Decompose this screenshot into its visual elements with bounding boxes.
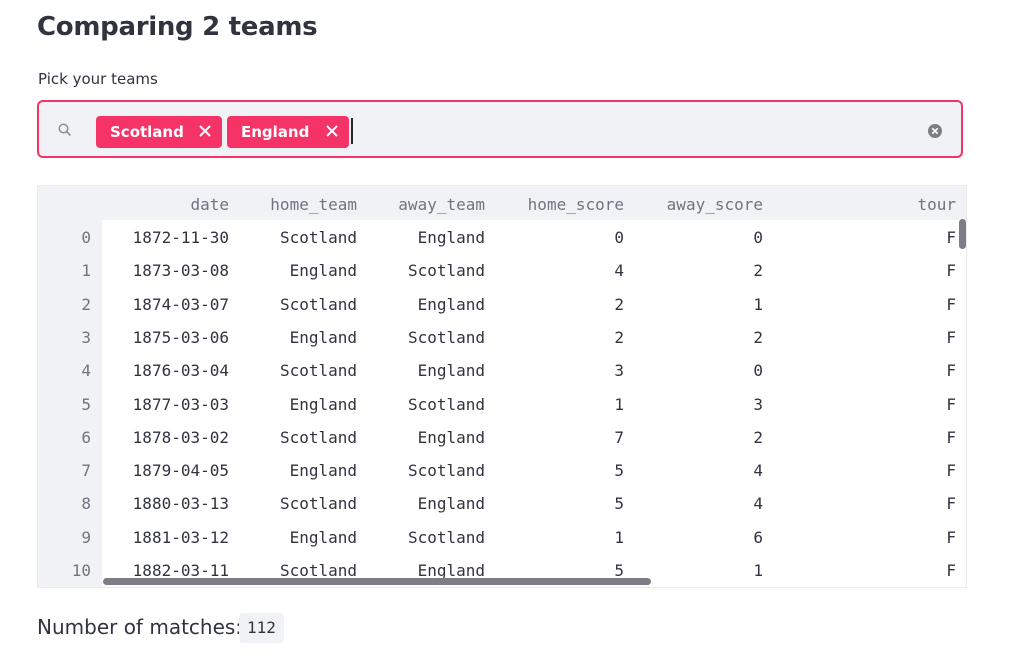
table-cell-away-team[interactable]: England: [418, 221, 485, 254]
table-cell-home-score[interactable]: 5: [614, 487, 624, 520]
team-multiselect[interactable]: Scotland England: [37, 100, 963, 158]
row-index[interactable]: 3: [81, 321, 91, 354]
table-cell-away-score[interactable]: 2: [753, 321, 763, 354]
table-cell-away-score[interactable]: 2: [753, 421, 763, 454]
table-cell-home-team[interactable]: Scotland: [280, 288, 357, 321]
search-icon: [58, 123, 71, 136]
row-index[interactable]: 1: [81, 254, 91, 287]
table-cell-home-team[interactable]: Scotland: [280, 487, 357, 520]
team-chip-england: England: [227, 116, 349, 148]
table-cell-date[interactable]: 1878-03-02: [133, 421, 229, 454]
table-cell-home-team[interactable]: Scotland: [280, 221, 357, 254]
header-home-score[interactable]: home_score: [528, 188, 624, 221]
row-index[interactable]: 7: [81, 454, 91, 487]
table-cell-away-team[interactable]: Scotland: [408, 521, 485, 554]
table-cell-tournament[interactable]: F: [946, 321, 956, 354]
table-cell-date[interactable]: 1874-03-07: [133, 288, 229, 321]
table-cell-tournament[interactable]: F: [946, 354, 956, 387]
row-index[interactable]: 0: [81, 221, 91, 254]
match-count-value: 112: [239, 613, 284, 643]
table-cell-away-score[interactable]: 2: [753, 254, 763, 287]
row-index[interactable]: 10: [72, 554, 91, 587]
table-cell-tournament[interactable]: F: [946, 521, 956, 554]
header-tournament[interactable]: tour: [917, 188, 956, 221]
clear-all-icon[interactable]: [927, 123, 943, 139]
table-cell-away-score[interactable]: 1: [753, 288, 763, 321]
table-header: [38, 186, 966, 220]
table-cell-home-team[interactable]: Scotland: [280, 421, 357, 454]
row-index[interactable]: 6: [81, 421, 91, 454]
close-icon[interactable]: [198, 124, 212, 138]
index-column: [38, 186, 102, 587]
horizontal-scrollbar[interactable]: [103, 578, 651, 585]
header-home-team[interactable]: home_team: [270, 188, 357, 221]
table-cell-date[interactable]: 1876-03-04: [133, 354, 229, 387]
table-cell-away-team[interactable]: Scotland: [408, 321, 485, 354]
table-cell-home-score[interactable]: 2: [614, 321, 624, 354]
table-cell-home-team[interactable]: England: [290, 321, 357, 354]
table-cell-home-score[interactable]: 3: [614, 354, 624, 387]
row-index[interactable]: 5: [81, 388, 91, 421]
table-cell-tournament[interactable]: F: [946, 421, 956, 454]
matches-dataframe[interactable]: date home_team away_team home_score away_sco…: [37, 185, 967, 588]
table-cell-away-team[interactable]: Scotland: [408, 388, 485, 421]
row-index[interactable]: 8: [81, 487, 91, 520]
table-cell-date[interactable]: 1880-03-13: [133, 487, 229, 520]
table-cell-date[interactable]: 1879-04-05: [133, 454, 229, 487]
row-index[interactable]: 4: [81, 354, 91, 387]
header-away-team[interactable]: away_team: [398, 188, 485, 221]
table-cell-date[interactable]: 1873-03-08: [133, 254, 229, 287]
table-cell-date[interactable]: 1875-03-06: [133, 321, 229, 354]
table-cell-tournament[interactable]: F: [946, 487, 956, 520]
table-cell-home-team[interactable]: England: [290, 454, 357, 487]
table-cell-tournament[interactable]: F: [946, 288, 956, 321]
team-chip-scotland: Scotland: [96, 116, 222, 148]
header-date[interactable]: date: [190, 188, 229, 221]
table-cell-away-team[interactable]: England: [418, 288, 485, 321]
table-cell-away-score[interactable]: 3: [753, 388, 763, 421]
table-cell-away-team[interactable]: England: [418, 421, 485, 454]
page-title: Comparing 2 teams: [37, 12, 318, 42]
table-cell-tournament[interactable]: F: [946, 554, 956, 587]
table-cell-home-score[interactable]: 4: [614, 254, 624, 287]
table-cell-tournament[interactable]: F: [946, 221, 956, 254]
table-cell-home-score[interactable]: 1: [614, 388, 624, 421]
table-cell-date[interactable]: 1877-03-03: [133, 388, 229, 421]
table-cell-away-score[interactable]: 0: [753, 221, 763, 254]
table-cell-date[interactable]: 1872-11-30: [133, 221, 229, 254]
table-cell-date[interactable]: 1881-03-12: [133, 521, 229, 554]
table-cell-away-score[interactable]: 6: [753, 521, 763, 554]
table-cell-home-team[interactable]: England: [290, 388, 357, 421]
close-icon[interactable]: [325, 124, 339, 138]
table-cell-away-team[interactable]: Scotland: [408, 254, 485, 287]
table-cell-tournament[interactable]: F: [946, 388, 956, 421]
table-cell-home-team[interactable]: England: [290, 254, 357, 287]
table-cell-away-score[interactable]: 0: [753, 354, 763, 387]
table-cell-away-team[interactable]: England: [418, 487, 485, 520]
table-cell-away-score[interactable]: 1: [753, 554, 763, 587]
table-cell-away-team[interactable]: Scotland: [408, 454, 485, 487]
table-cell-home-score[interactable]: 0: [614, 221, 624, 254]
table-cell-away-score[interactable]: 4: [753, 454, 763, 487]
match-count-label: Number of matches:: [37, 615, 243, 639]
table-cell-home-team[interactable]: Scotland: [280, 354, 357, 387]
team-chip-label: England: [241, 123, 310, 141]
row-index[interactable]: 2: [81, 288, 91, 321]
table-cell-home-score[interactable]: 7: [614, 421, 624, 454]
team-picker-label: Pick your teams: [38, 70, 158, 88]
table-cell-away-score[interactable]: 4: [753, 487, 763, 520]
row-index[interactable]: 9: [81, 521, 91, 554]
vertical-scrollbar[interactable]: [959, 219, 966, 249]
team-chip-label: Scotland: [110, 123, 184, 141]
table-cell-home-score[interactable]: 1: [614, 521, 624, 554]
header-away-score[interactable]: away_score: [667, 188, 763, 221]
table-cell-home-score[interactable]: 5: [614, 454, 624, 487]
table-cell-away-team[interactable]: England: [418, 354, 485, 387]
table-cell-home-score[interactable]: 2: [614, 288, 624, 321]
table-cell-home-team[interactable]: England: [290, 521, 357, 554]
table-cell-tournament[interactable]: F: [946, 254, 956, 287]
text-cursor: [351, 118, 353, 144]
table-cell-tournament[interactable]: F: [946, 454, 956, 487]
